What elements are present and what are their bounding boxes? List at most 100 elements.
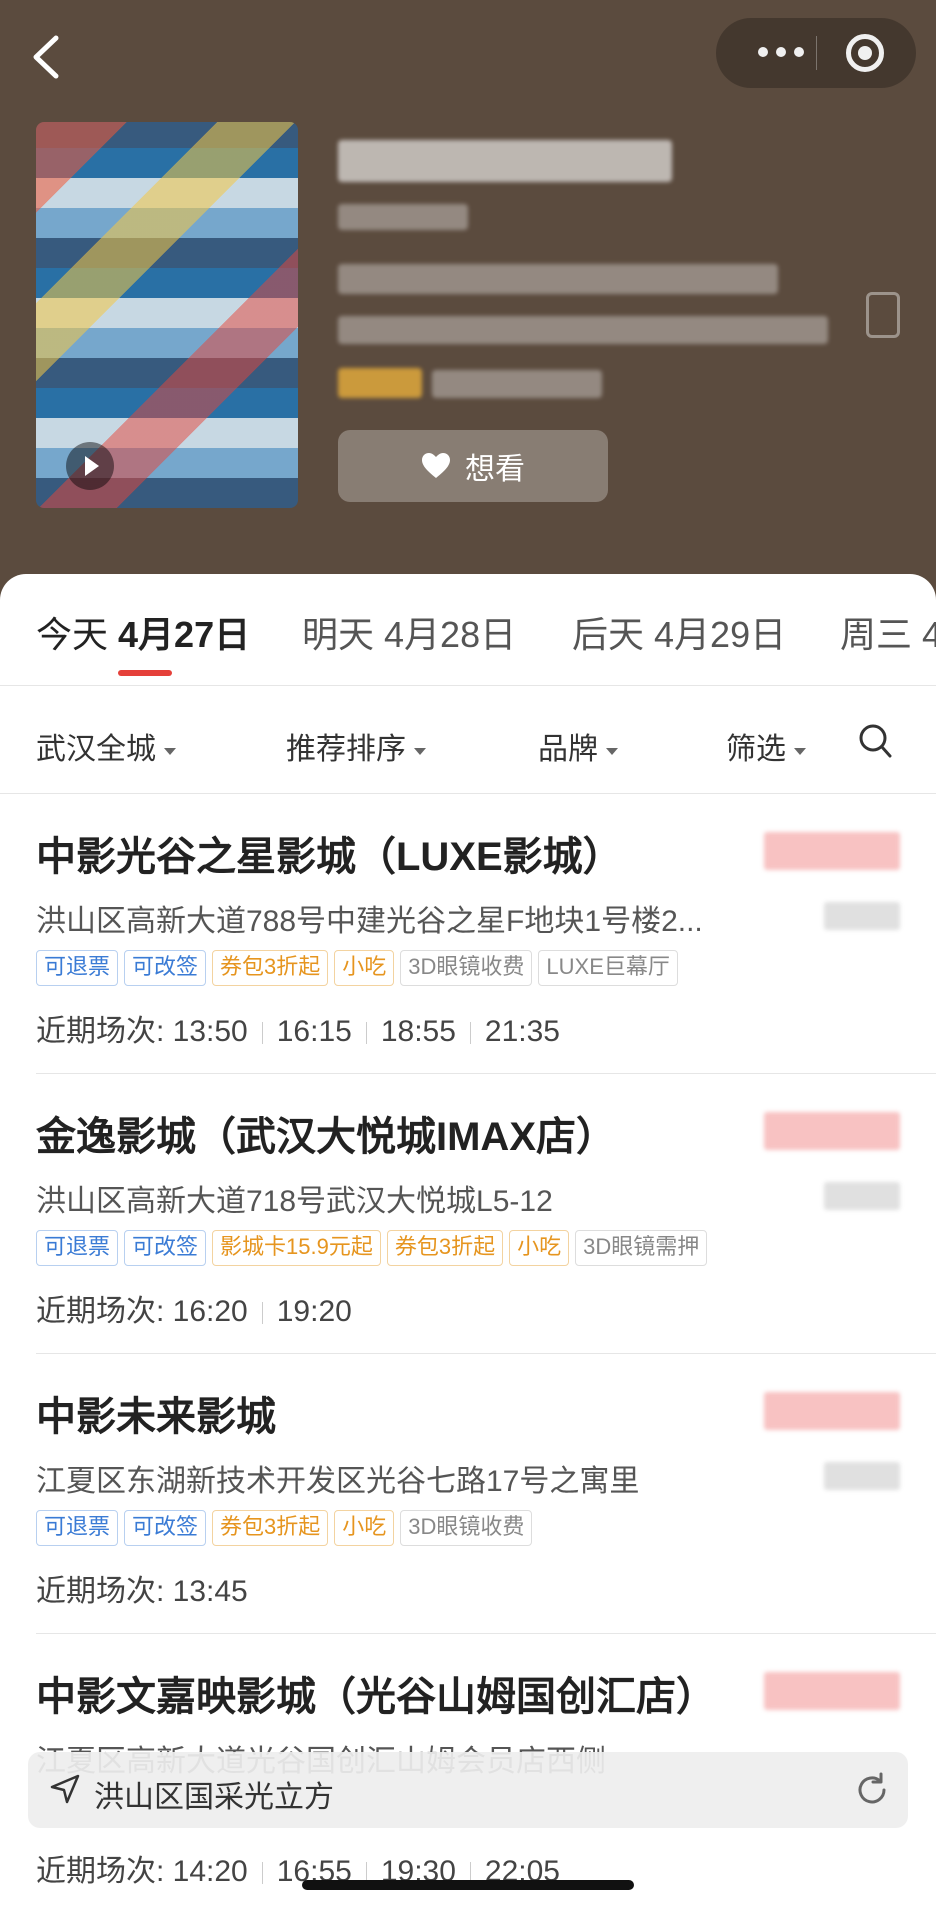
movie-score-redacted [338,368,422,398]
tab-date: 4月27日 [118,614,251,655]
session-time: 14:20 [172,1855,248,1888]
recent-sessions: 近期场次: 13:50 16:15 18:55 21:35 [36,1006,560,1050]
tag: 券包3折起 [212,1510,329,1546]
movie-header: 想看 [0,0,936,600]
tag: 3D眼镜收费 [400,950,533,986]
distance-redacted [824,902,900,930]
cinema-item[interactable]: 中影光谷之星影城（LUXE影城） 洪山区高新大道788号中建光谷之星F地块1号楼… [0,794,936,1074]
tag: 可退票 [36,1510,119,1546]
movie-poster[interactable] [36,122,298,508]
location-arrow-icon [50,1774,80,1804]
sessions-label: 近期场次: [36,1295,173,1328]
tag: 小吃 [334,1510,395,1546]
cinema-sheet: 今天 4月27日 明天 4月28日 后天 4月29日 周三 4 武汉全城 推荐排… [0,574,936,1912]
movie-title-redacted [338,140,672,182]
back-button[interactable] [28,34,68,80]
tab-weekday: 后天 [572,614,645,655]
cinema-name: 金逸影城（武汉大悦城IMAX店） [36,1115,616,1159]
want-to-see-button[interactable]: 想看 [338,430,608,502]
home-indicator [302,1880,634,1890]
session-time: 18:55 [380,1015,456,1048]
filter-city-label: 武汉全城 [36,733,156,766]
session-time: 13:45 [172,1575,248,1608]
session-time: 16:15 [276,1015,352,1048]
cinema-address: 江夏区东湖新技术开发区光谷七路17号之寓里 [36,1465,640,1498]
tab-tomorrow[interactable]: 明天 4月28日 [302,606,516,658]
play-icon[interactable] [66,442,114,490]
session-time: 21:35 [484,1015,560,1048]
filter-brand-label: 品牌 [538,733,598,766]
heart-icon [422,453,450,478]
cinema-address: 洪山区高新大道788号中建光谷之星F地块1号楼2... [36,905,703,938]
filter-sort-label: 推荐排序 [286,733,406,766]
filter-sort[interactable]: 推荐排序 [286,724,426,768]
tag: 可改签 [124,1510,207,1546]
price-redacted [764,1112,900,1150]
session-time: 19:20 [276,1295,352,1328]
tab-active-indicator [118,670,172,676]
tag: 影城卡15.9元起 [212,1230,381,1266]
tag: 可改签 [124,950,207,986]
target-icon[interactable] [846,34,884,72]
caret-down-icon [606,747,618,755]
tag: 小吃 [334,950,395,986]
capsule-divider [816,36,817,70]
cinema-item[interactable]: 中影未来影城 江夏区东湖新技术开发区光谷七路17号之寓里 可退票 可改签 券包3折起… [0,1354,936,1634]
filter-city[interactable]: 武汉全城 [36,724,176,768]
tab-weekday: 明天 [302,614,375,655]
price-redacted [764,1672,900,1710]
cinema-tags: 可退票 可改签 券包3折起 小吃 3D眼镜收费 LUXE巨幕厅 [36,950,716,988]
filter-more[interactable]: 筛选 [726,724,806,768]
tag: 3D眼镜需押 [575,1230,708,1266]
cinema-name: 中影未来影城 [36,1395,276,1439]
session-time: 13:50 [172,1015,248,1048]
filter-brand[interactable]: 品牌 [538,724,618,768]
tab-weekday: 周三 [840,614,913,655]
tab-today[interactable]: 今天 4月27日 [36,606,250,658]
recent-sessions: 近期场次: 13:45 [36,1566,248,1610]
movie-release-redacted [338,316,828,344]
sessions-label: 近期场次: [36,1575,173,1608]
back-icon [33,35,59,79]
tab-date: 4 [922,614,936,655]
tab-weekday: 今天 [36,614,109,655]
cinema-tags: 可退票 可改签 影城卡15.9元起 券包3折起 小吃 3D眼镜需押 [36,1230,716,1268]
want-to-see-label: 想看 [465,453,525,486]
distance-redacted [824,1462,900,1490]
tab-day-after[interactable]: 后天 4月29日 [572,606,786,658]
cinema-tags: 可退票 可改签 券包3折起 小吃 3D眼镜收费 [36,1510,716,1548]
tag: 3D眼镜收费 [400,1510,533,1546]
more-icon[interactable] [758,44,812,62]
tag: LUXE巨幕厅 [538,950,678,986]
tag: 小吃 [509,1230,570,1266]
caret-down-icon [414,747,426,755]
date-tabs: 今天 4月27日 明天 4月28日 后天 4月29日 周三 4 [0,574,936,686]
location-bar[interactable]: 洪山区国采光立方 [28,1752,908,1828]
info-side-icon[interactable] [866,292,900,338]
cinema-address: 洪山区高新大道718号武汉大悦城L5-12 [36,1185,553,1218]
filter-more-label: 筛选 [726,733,786,766]
caret-down-icon [164,747,176,755]
tab-date: 4月29日 [654,614,787,655]
tab-date: 4月28日 [384,614,517,655]
mini-program-capsule [716,18,916,88]
price-redacted [764,832,900,870]
recent-sessions: 近期场次: 16:20 19:20 [36,1286,352,1330]
tag: 券包3折起 [386,1230,504,1266]
sessions-label: 近期场次: [36,1015,173,1048]
tab-wednesday[interactable]: 周三 4 [840,606,936,658]
caret-down-icon [794,747,806,755]
search-icon[interactable] [858,722,892,760]
movie-subtitle-redacted [338,204,468,230]
cinema-item[interactable]: 金逸影城（武汉大悦城IMAX店） 洪山区高新大道718号武汉大悦城L5-12 可… [0,1074,936,1354]
price-redacted [764,1392,900,1430]
distance-redacted [824,1182,900,1210]
tag: 券包3折起 [212,950,329,986]
cinema-name: 中影文嘉映影城（光谷山姆国创汇店） [36,1675,716,1719]
current-location: 洪山区国采光立方 [94,1781,334,1814]
movie-want-count-redacted [432,370,602,398]
movie-meta-redacted [338,264,778,294]
refresh-icon[interactable] [854,1772,890,1808]
tag: 可退票 [36,950,119,986]
sessions-label: 近期场次: [36,1855,173,1888]
